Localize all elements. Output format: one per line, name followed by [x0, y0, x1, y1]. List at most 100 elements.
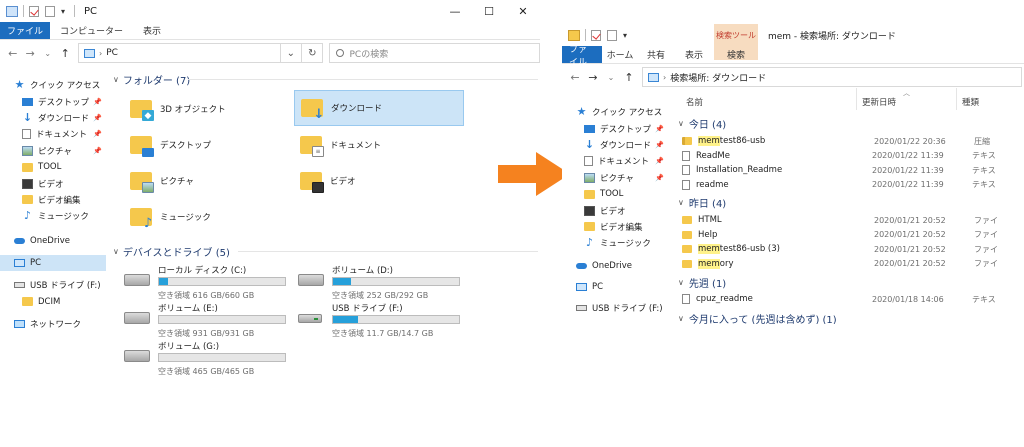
orange-arrow-icon [498, 152, 570, 196]
group-header-last-week[interactable]: ∨ 先週 (1) [678, 275, 726, 290]
folder-pictures[interactable]: ピクチャ [126, 164, 294, 198]
close-button[interactable]: ✕ [506, 0, 540, 22]
maximize-button[interactable]: ☐ [472, 0, 506, 22]
sidebar-item-documents[interactable]: ドキュメント 📌 [0, 126, 106, 142]
sidebar-item-usb-drive[interactable]: USB ドライブ (F:) [562, 300, 668, 316]
folder-3d-objects[interactable]: ◆ 3D オブジェクト [126, 92, 294, 126]
sidebar-item-tool[interactable]: TOOL [562, 186, 668, 202]
sidebar-item-music[interactable]: ♪ ミュージック [0, 208, 106, 224]
tab-home[interactable]: ホーム [602, 46, 638, 63]
quick-access-toolbar-dropdown[interactable]: ▾ [61, 7, 65, 16]
file-name: HTML [698, 215, 722, 226]
drive-e[interactable]: ボリューム (E:) 空き領域 931 GB/931 GB [124, 302, 292, 338]
forward-button[interactable]: → [584, 71, 602, 84]
file-row[interactable]: Help 2020/01/21 20:52 ファイ [682, 228, 1024, 243]
back-button[interactable]: ← [566, 71, 584, 84]
group-header-this-month[interactable]: ∨ 今月に入って (先週は含めず) (1) [678, 311, 837, 324]
sidebar-item-pc[interactable]: PC [0, 254, 106, 272]
sidebar-item-video-edit[interactable]: ビデオ編集 [0, 192, 106, 208]
sidebar-item-dcim[interactable]: DCIM [0, 294, 106, 310]
sidebar-item-onedrive[interactable]: OneDrive [0, 233, 106, 249]
sidebar-item-videos[interactable]: ビデオ [0, 175, 106, 191]
forward-button[interactable]: → [22, 47, 40, 60]
group-header-folders[interactable]: ∨ フォルダー (7) [113, 72, 190, 87]
folder-music[interactable]: ♪ ミュージック [126, 200, 294, 234]
recent-dropdown[interactable]: ⌄ [39, 49, 57, 58]
address-bar[interactable]: › PC [78, 43, 281, 63]
tab-file[interactable]: ファイル [0, 22, 51, 39]
properties-icon[interactable] [29, 5, 39, 17]
sidebar-item-quick-access[interactable]: ★ クイック アクセス [0, 77, 106, 93]
file-row[interactable]: cpuz_readme 2020/01/18 14:06 テキス [682, 292, 1024, 307]
sidebar-item-label: OneDrive [592, 260, 632, 271]
drive-d[interactable]: ボリューム (D:) 空き領域 252 GB/292 GB [298, 264, 466, 300]
tab-computer[interactable]: コンピューター [50, 22, 133, 39]
column-header-name[interactable]: 名前 [686, 96, 703, 108]
cloud-icon [576, 262, 587, 269]
drive-f-usb[interactable]: USB ドライブ (F:) 空き領域 11.7 GB/14.7 GB [298, 302, 466, 338]
desktop-icon [142, 148, 154, 157]
back-button[interactable]: ← [4, 47, 22, 60]
sidebar-item-desktop[interactable]: デスクトップ 📌 [562, 120, 668, 136]
pin-icon: 📌 [655, 140, 664, 149]
new-folder-icon[interactable] [607, 29, 617, 41]
file-row[interactable]: ReadMe 2020/01/22 11:39 テキス [682, 149, 1024, 164]
up-button[interactable]: ↑ [57, 47, 75, 60]
sidebar-item-downloads[interactable]: ↓ ダウンロード 📌 [0, 110, 106, 126]
sidebar-item-downloads[interactable]: ↓ ダウンロード 📌 [562, 137, 668, 153]
minimize-button[interactable]: — [438, 0, 472, 22]
file-row[interactable]: readme 2020/01/22 11:39 テキス [682, 178, 1024, 193]
sidebar-item-pictures[interactable]: ピクチャ 📌 [0, 143, 106, 159]
file-row[interactable]: HTML 2020/01/21 20:52 ファイ [682, 213, 1024, 228]
sidebar-item-pc[interactable]: PC [562, 279, 668, 295]
folder-documents[interactable]: ≡ ドキュメント [296, 128, 464, 162]
sidebar-item-usb-drive[interactable]: USB ドライブ (F:) [0, 277, 106, 293]
tab-view[interactable]: 表示 [674, 46, 714, 63]
group-header-devices[interactable]: ∨ デバイスとドライブ (5) [113, 244, 230, 259]
sidebar-item-onedrive[interactable]: OneDrive [562, 258, 668, 274]
group-header-today[interactable]: ∨ 今日 (4) [678, 116, 726, 131]
tab-search[interactable]: 検索 [714, 46, 758, 63]
sidebar-item-desktop[interactable]: デスクトップ 📌 [0, 93, 106, 109]
sidebar-item-quick-access[interactable]: ★ クイック アクセス [562, 104, 668, 120]
column-header-type[interactable]: 種類 [962, 96, 979, 108]
file-row[interactable]: memory 2020/01/21 20:52 ファイ [682, 257, 1024, 272]
new-folder-icon[interactable] [45, 5, 55, 17]
sidebar-item-documents[interactable]: ドキュメント 📌 [562, 153, 668, 169]
group-header-yesterday[interactable]: ∨ 昨日 (4) [678, 195, 726, 210]
address-bar[interactable]: › 検索場所: ダウンロード [642, 67, 1022, 87]
address-dropdown-button[interactable]: ⌄ [280, 43, 303, 63]
file-row[interactable]: Installation_Readme 2020/01/22 11:39 テキス [682, 163, 1024, 178]
folder-downloads[interactable]: ↓ ダウンロード [294, 90, 464, 126]
up-button[interactable]: ↑ [620, 71, 638, 84]
picture-icon [584, 172, 595, 183]
sidebar-item-tool[interactable]: TOOL [0, 159, 106, 175]
sidebar-item-pictures[interactable]: ピクチャ 📌 [562, 170, 668, 186]
sidebar-item-music[interactable]: ♪ ミュージック [562, 235, 668, 251]
file-row[interactable]: memtest86-usb (3) 2020/01/21 20:52 ファイ [682, 242, 1024, 257]
sidebar-item-label: PC [592, 282, 604, 293]
sidebar-item-label: ダウンロード [38, 113, 90, 124]
tab-view[interactable]: 表示 [133, 22, 171, 39]
sidebar-item-label: ドキュメント [598, 157, 650, 168]
drive-g[interactable]: ボリューム (G:) 空き領域 465 GB/465 GB [124, 340, 292, 376]
refresh-button[interactable]: ↻ [302, 43, 324, 63]
sidebar-item-videos[interactable]: ビデオ [562, 202, 668, 218]
recent-dropdown[interactable]: ⌄ [602, 73, 620, 82]
tab-share[interactable]: 共有 [638, 46, 674, 63]
chevron-down-icon: ∨ [678, 198, 684, 207]
folder-videos[interactable]: ビデオ [296, 164, 464, 198]
group-title: デバイスとドライブ (5) [122, 248, 230, 259]
drive-c[interactable]: ローカル ディスク (C:) 空き領域 616 GB/660 GB [124, 264, 292, 300]
sidebar-item-video-edit[interactable]: ビデオ編集 [562, 219, 668, 235]
properties-icon[interactable] [591, 29, 601, 41]
column-header-date-modified[interactable]: 更新日時 [862, 96, 896, 108]
search-input[interactable]: PCの検索 [329, 43, 540, 63]
file-name: ReadMe [696, 150, 730, 161]
star-icon: ★ [14, 78, 25, 92]
tab-file[interactable]: ファイル [562, 45, 602, 68]
file-row[interactable]: memtest86-usb 2020/01/22 20:36 圧縮 [682, 134, 1024, 149]
sidebar-item-network[interactable]: ネットワーク [0, 316, 106, 332]
folder-desktop[interactable]: デスクトップ [126, 128, 294, 162]
quick-access-toolbar-dropdown[interactable]: ▾ [623, 31, 627, 40]
